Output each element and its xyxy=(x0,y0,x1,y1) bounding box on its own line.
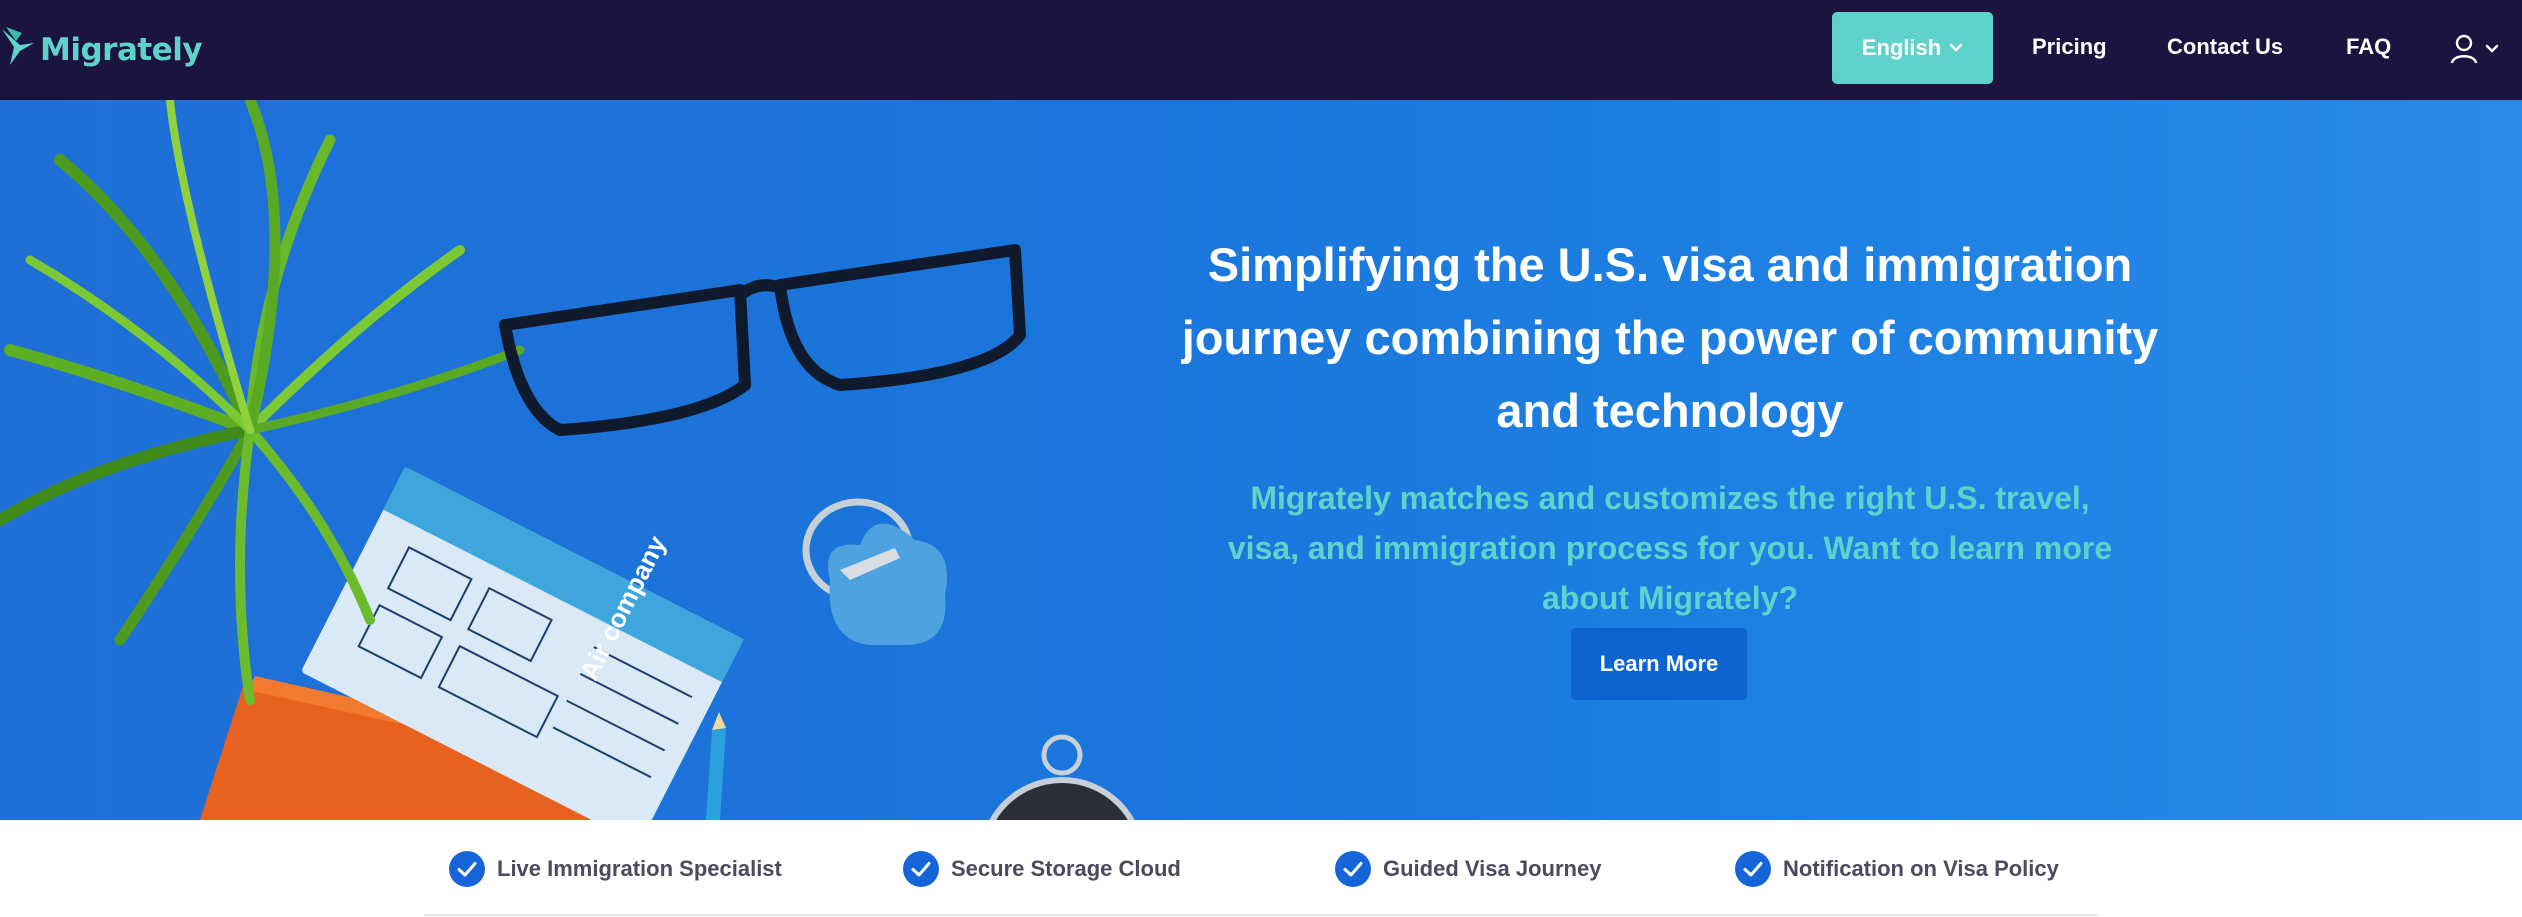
learn-more-button[interactable]: Learn More xyxy=(1571,628,1747,700)
hero-banner: Air company Simplifying the U.S. visa an… xyxy=(0,100,2522,820)
hero-text-block: Simplifying the U.S. visa and immigratio… xyxy=(1090,228,2250,623)
user-menu[interactable] xyxy=(2450,32,2500,66)
nav-link-contact-us[interactable]: Contact Us xyxy=(2167,30,2283,64)
language-label: English xyxy=(1861,35,1942,60)
check-circle-icon xyxy=(1735,851,1771,887)
user-icon xyxy=(2450,34,2478,64)
features-strip: Live Immigration Specialist Secure Stora… xyxy=(0,820,2522,917)
feature-item: Notification on Visa Policy xyxy=(1735,850,2059,888)
feature-label: Live Immigration Specialist xyxy=(497,856,782,881)
feature-item: Guided Visa Journey xyxy=(1335,850,1601,888)
check-circle-icon xyxy=(449,851,485,887)
feature-label: Guided Visa Journey xyxy=(1383,856,1602,881)
bird-logo-icon xyxy=(2,27,34,65)
logo-text: Migrately xyxy=(40,32,203,68)
hero-subtitle-line: visa, and immigration process for you. W… xyxy=(1227,530,2113,566)
feature-item: Live Immigration Specialist xyxy=(449,850,782,888)
hero-title-line: and technology xyxy=(1496,384,1844,437)
feature-item: Secure Storage Cloud xyxy=(903,850,1181,888)
hero-title: Simplifying the U.S. visa and immigratio… xyxy=(1090,228,2250,447)
logo[interactable]: Migrately xyxy=(0,22,203,78)
cloud-keychain-illustration xyxy=(802,498,947,645)
hero-subtitle-line: about Migrately? xyxy=(1541,580,1798,616)
hero-title-line: journey combining the power of community xyxy=(1181,311,2159,364)
travel-desk-illustration: Air company xyxy=(0,100,1135,820)
top-navbar: Migrately English Pricing Contact Us FAQ xyxy=(0,0,2522,100)
nav-link-faq[interactable]: FAQ xyxy=(2346,30,2391,64)
divider xyxy=(424,914,2098,916)
eyeglasses-illustration xyxy=(499,244,1026,436)
chevron-down-icon xyxy=(2485,44,2499,53)
hero-subtitle: Migrately matches and customizes the rig… xyxy=(1170,473,2170,623)
hero-subtitle-line: Migrately matches and customizes the rig… xyxy=(1250,480,2090,516)
check-circle-icon xyxy=(903,851,939,887)
check-circle-icon xyxy=(1335,851,1371,887)
feature-label: Secure Storage Cloud xyxy=(951,856,1181,881)
chevron-down-icon xyxy=(1949,43,1963,52)
feature-label: Notification on Visa Policy xyxy=(1783,856,2059,881)
hero-title-line: Simplifying the U.S. visa and immigratio… xyxy=(1207,238,2133,291)
compass-illustration xyxy=(989,734,1135,820)
nav-link-pricing[interactable]: Pricing xyxy=(2032,30,2107,64)
language-dropdown[interactable]: English xyxy=(1832,12,1993,84)
